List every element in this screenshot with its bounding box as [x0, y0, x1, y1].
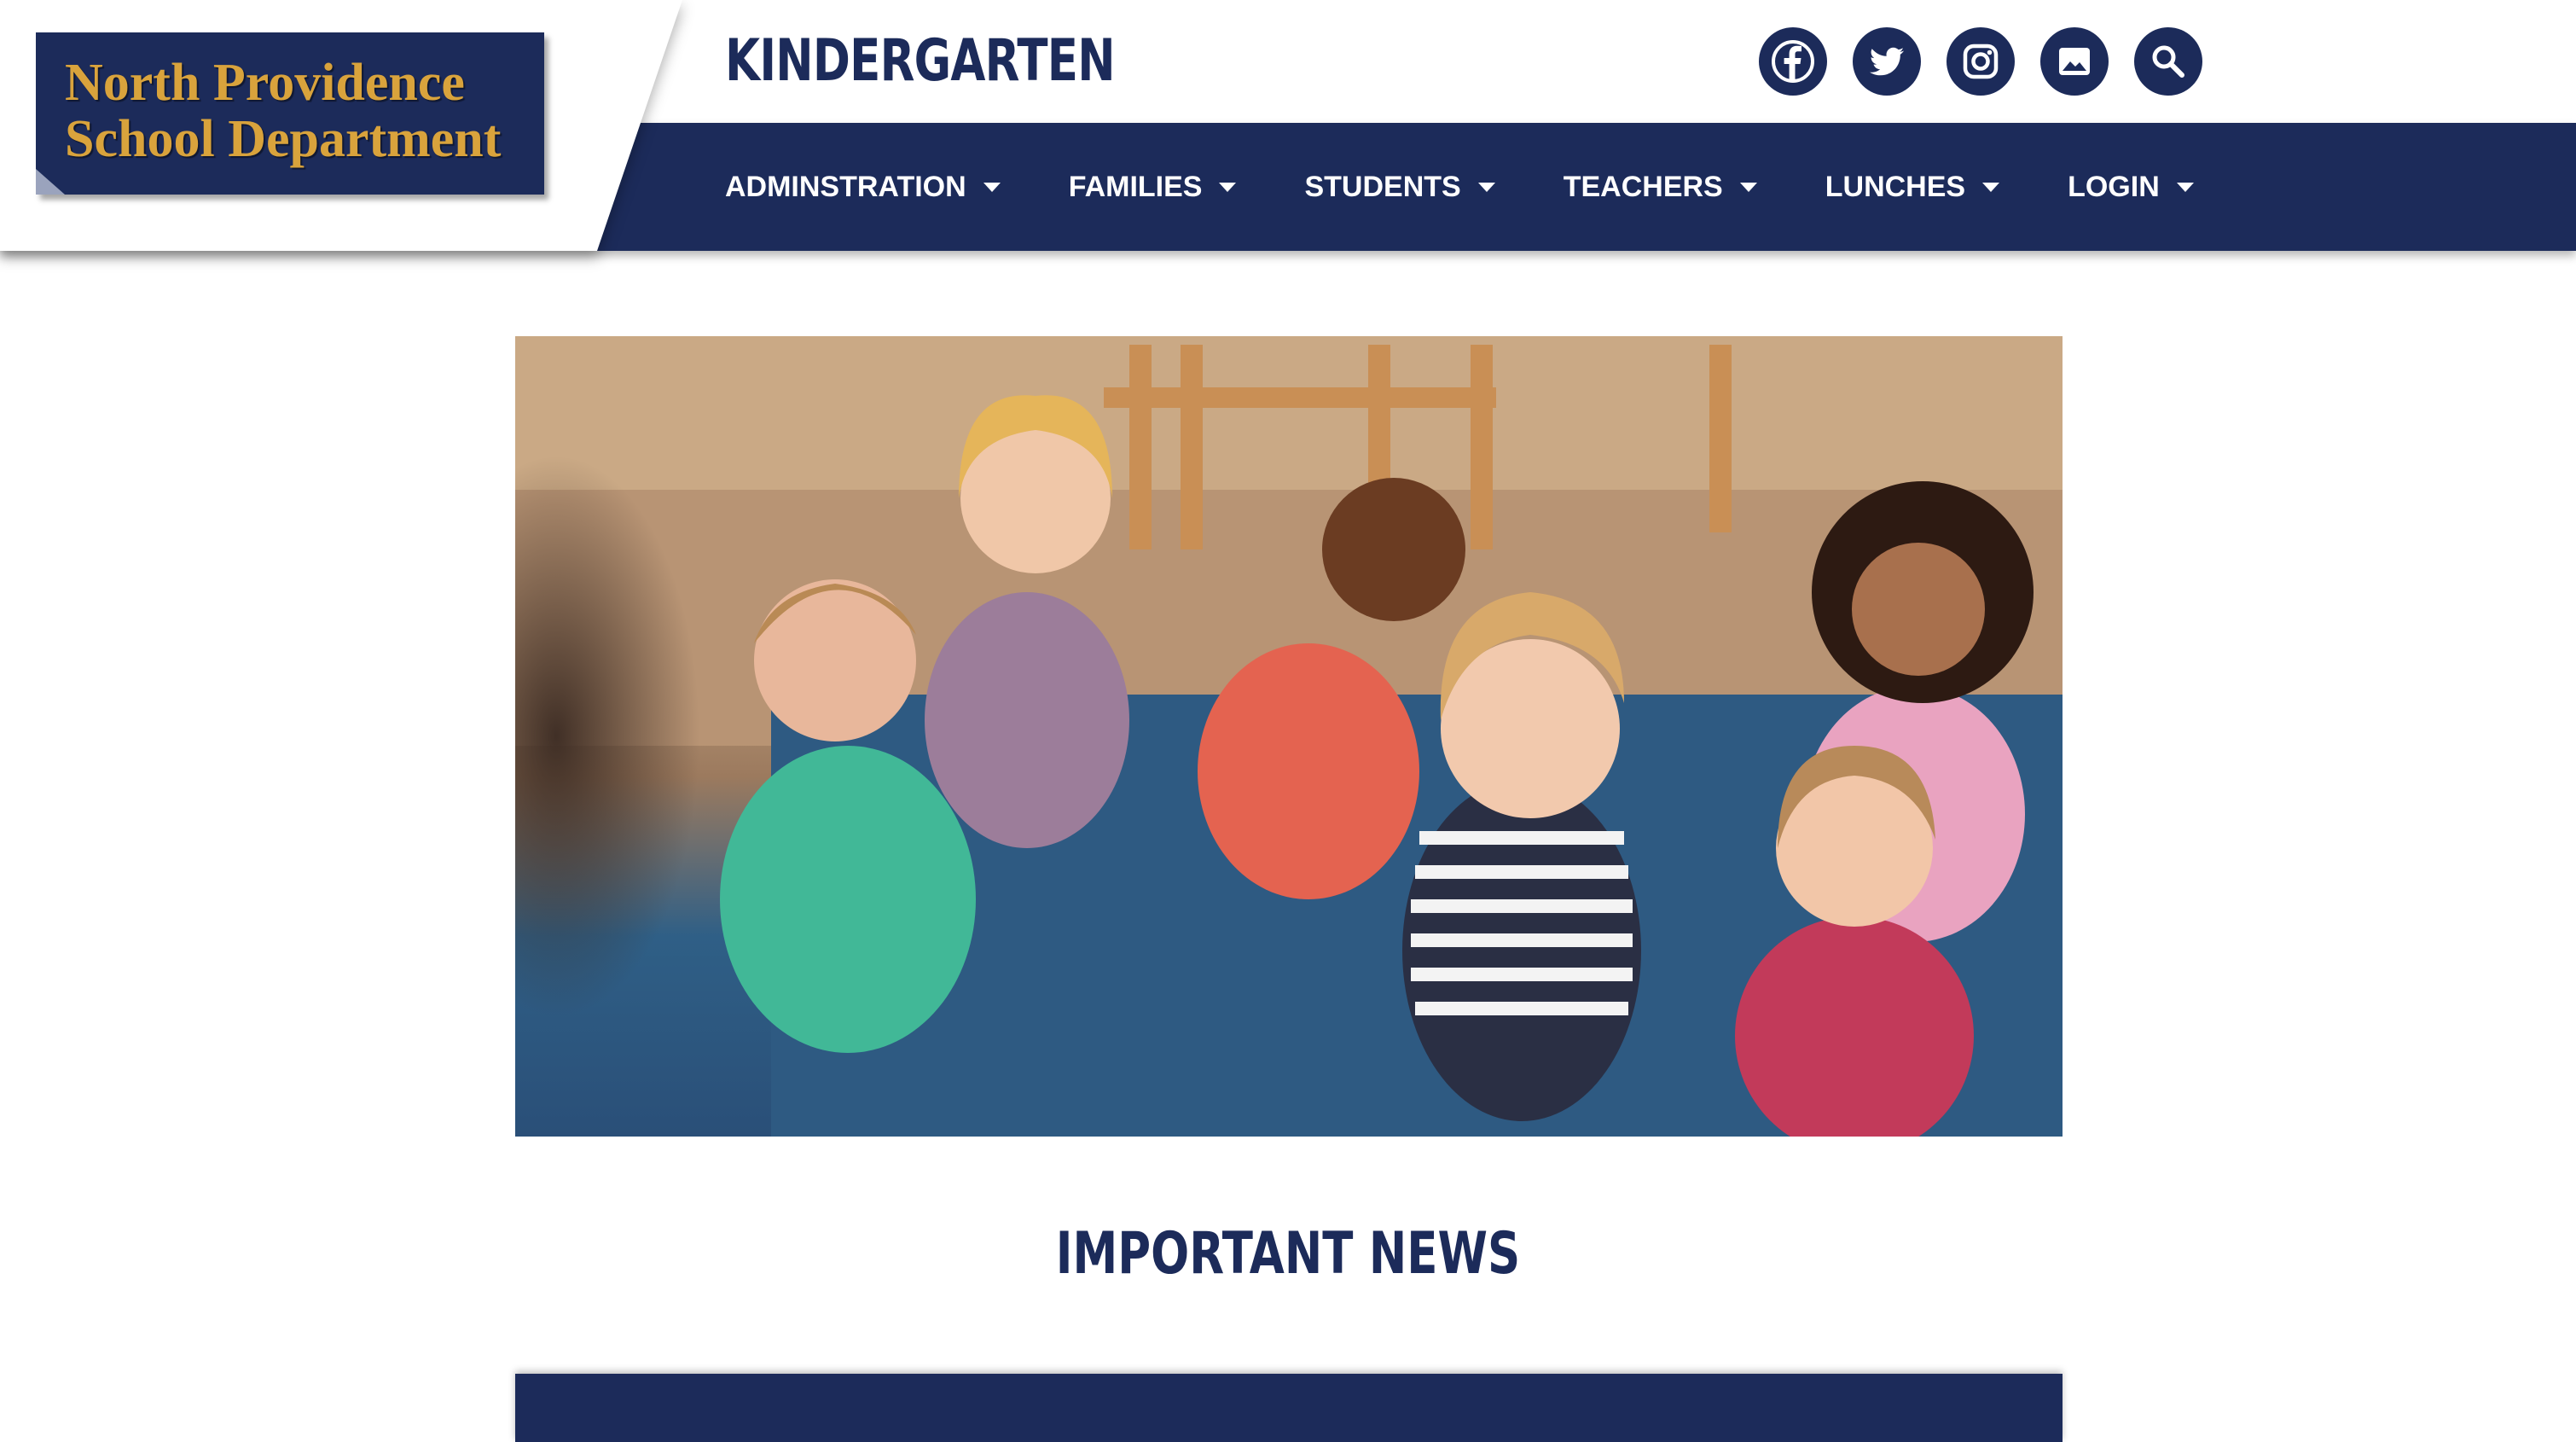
- twitter-link[interactable]: [1853, 27, 1921, 96]
- main-nav: ADMINSTRATION FAMILIES STUDENTS TEACHERS…: [725, 123, 2262, 251]
- instagram-icon: [1963, 44, 1999, 79]
- nav-item-families[interactable]: FAMILIES: [1069, 171, 1237, 204]
- logo-text: North Providence School Department: [65, 55, 501, 167]
- social-links: [1759, 27, 2202, 96]
- nav-item-label: LUNCHES: [1825, 170, 1966, 203]
- search-icon: [2152, 45, 2184, 78]
- twitter-icon: [1870, 47, 1904, 76]
- logo-panel: North Providence School Department: [0, 0, 691, 253]
- classroom-children-photo: [515, 336, 2063, 1137]
- caret-down-icon: [1739, 182, 1757, 192]
- caret-down-icon: [2176, 182, 2194, 192]
- search-button[interactable]: [2134, 27, 2202, 96]
- caret-down-icon: [1219, 182, 1237, 192]
- nav-item-teachers[interactable]: TEACHERS: [1564, 171, 1757, 204]
- instagram-link[interactable]: [1947, 27, 2015, 96]
- facebook-link[interactable]: [1759, 27, 1827, 96]
- caret-down-icon: [983, 182, 1001, 192]
- facebook-icon: [1772, 40, 1814, 83]
- nav-item-label: LOGIN: [2068, 170, 2160, 203]
- nav-item-lunches[interactable]: LUNCHES: [1825, 170, 2000, 204]
- logo-line-1: North Providence: [65, 54, 465, 112]
- caret-down-icon: [1477, 182, 1495, 192]
- gallery-link[interactable]: [2040, 27, 2109, 96]
- nav-item-label: STUDENTS: [1304, 170, 1461, 203]
- news-panel: [515, 1374, 2063, 1442]
- nav-item-adminstration[interactable]: ADMINSTRATION: [725, 171, 1001, 204]
- logo-line-2: School Department: [65, 110, 502, 168]
- page-title: KINDERGARTEN: [725, 27, 1116, 95]
- news-heading: IMPORTANT NEWS: [0, 1220, 2576, 1288]
- nav-item-login[interactable]: LOGIN: [2068, 171, 2194, 204]
- nav-item-label: FAMILIES: [1068, 170, 1203, 203]
- nav-item-label: TEACHERS: [1563, 170, 1723, 203]
- nav-item-students[interactable]: STUDENTS: [1304, 170, 1495, 204]
- nav-item-label: ADMINSTRATION: [725, 170, 966, 203]
- hero-image: [515, 336, 2063, 1137]
- gallery-icon: [2059, 48, 2090, 75]
- caret-down-icon: [1982, 182, 2000, 192]
- news-heading-text: IMPORTANT NEWS: [1055, 1220, 1521, 1288]
- site-logo[interactable]: North Providence School Department: [36, 32, 544, 195]
